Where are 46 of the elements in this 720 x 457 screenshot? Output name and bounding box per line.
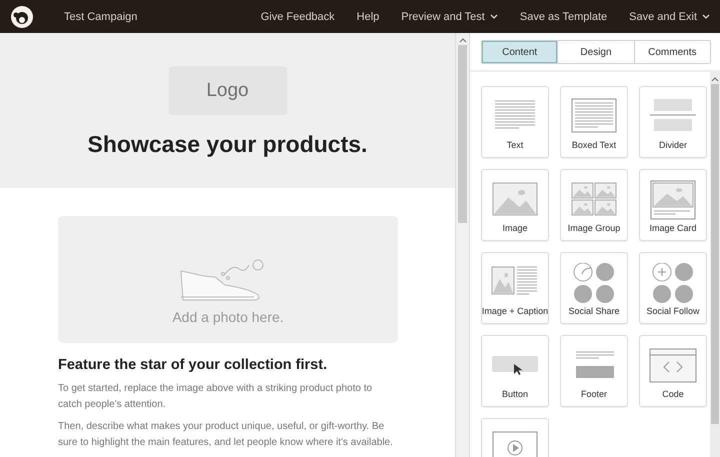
email-headline: Showcase your products. bbox=[88, 131, 368, 158]
content-block-tile[interactable]: Divider bbox=[639, 86, 707, 158]
body-paragraph: To get started, replace the image above with a striking product photo to catch people's attention. bbox=[58, 382, 374, 412]
block-label: Image Card bbox=[649, 223, 697, 233]
top-menu-link[interactable]: Preview and Test bbox=[401, 10, 498, 22]
campaign-name: Test Campaign bbox=[64, 10, 138, 22]
content-block-tile[interactable]: Button bbox=[481, 335, 549, 407]
top-menu-link[interactable]: Save and Exit bbox=[629, 10, 710, 22]
content-block-tile[interactable]: Code bbox=[639, 335, 707, 407]
content-block-tile[interactable]: Footer bbox=[560, 335, 628, 407]
panel-scrollbar[interactable] bbox=[710, 72, 720, 457]
content-block-tile[interactable]: Image bbox=[481, 169, 549, 241]
monkey-logo-icon[interactable] bbox=[10, 4, 34, 28]
logo-placeholder[interactable]: Logo bbox=[168, 66, 286, 115]
block-label: Code bbox=[662, 389, 684, 399]
content-block-tile[interactable]: Image Card bbox=[639, 169, 707, 241]
content-block-tile[interactable]: Image + Caption bbox=[481, 252, 549, 324]
chevron-down-icon bbox=[702, 14, 710, 19]
top-menu-link[interactable]: Save as Template bbox=[520, 10, 608, 22]
scroll-up-icon[interactable] bbox=[711, 76, 719, 82]
block-label: Image bbox=[502, 223, 528, 233]
block-label: Image Group bbox=[568, 223, 620, 233]
section-heading: Feature the star of your collection first. bbox=[58, 357, 328, 373]
chevron-down-icon bbox=[490, 14, 498, 19]
content-block-tile[interactable]: Social Follow bbox=[639, 252, 707, 324]
scroll-thumb[interactable] bbox=[458, 45, 467, 223]
content-block-tile[interactable]: Image Group bbox=[560, 169, 628, 241]
scroll-up-icon[interactable] bbox=[458, 37, 466, 43]
content-block-tile[interactable]: Social Share bbox=[560, 252, 628, 324]
scroll-thumb[interactable] bbox=[711, 84, 719, 424]
top-menu-link[interactable]: Help bbox=[356, 10, 380, 22]
block-label: Button bbox=[502, 389, 528, 399]
block-label: Divider bbox=[658, 140, 687, 150]
top-menu-link[interactable]: Give Feedback bbox=[260, 10, 335, 22]
block-label: Text bbox=[506, 140, 524, 150]
block-label: Social Share bbox=[568, 306, 620, 316]
block-label: Image + Caption bbox=[482, 306, 548, 316]
block-label: Boxed Text bbox=[572, 140, 616, 150]
content-block-tile[interactable]: Boxed Text bbox=[560, 86, 628, 158]
block-label: Social Follow bbox=[646, 306, 700, 316]
block-label: Footer bbox=[580, 389, 607, 399]
panel-tab[interactable]: Content bbox=[482, 41, 558, 63]
body-paragraph: Then, describe what makes your product unique, useful, or gift-worthy. Be sure to highlight the main features, and let people know where it's available. bbox=[58, 420, 394, 450]
content-block-tile[interactable]: Text bbox=[481, 86, 549, 158]
photo-placeholder-text: Add a photo here. bbox=[172, 309, 284, 325]
editor-scrollbar[interactable] bbox=[455, 33, 469, 457]
